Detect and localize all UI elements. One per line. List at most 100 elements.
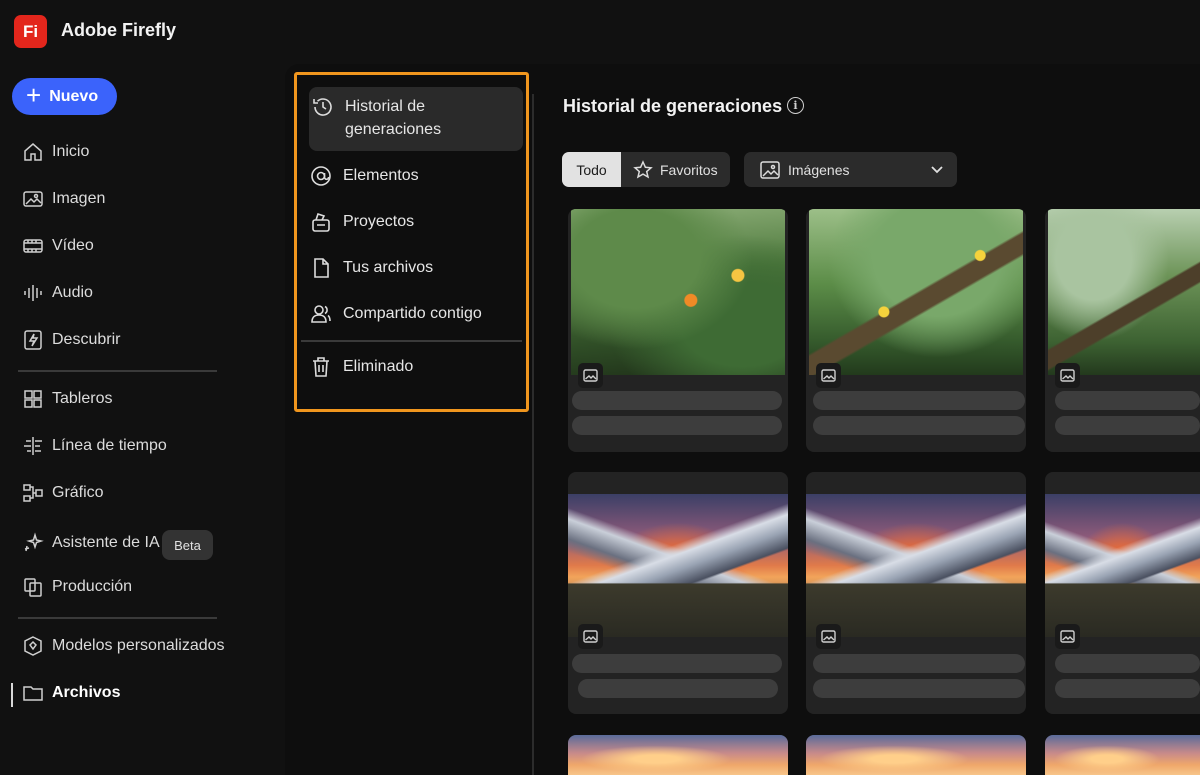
trash-icon: [309, 355, 333, 379]
sidebar-item-label: Asistente de IA: [52, 534, 160, 551]
files-subnav: Historial de generaciones Elementos Proy…: [294, 72, 529, 412]
card-placeholder-line: [1055, 391, 1200, 410]
sidebar-item-video[interactable]: Vídeo: [22, 231, 94, 261]
generation-card[interactable]: [1045, 209, 1200, 452]
card-thumbnail: [568, 735, 788, 775]
new-button[interactable]: + Nuevo: [12, 78, 117, 115]
subnav-item-elementos[interactable]: Elementos: [309, 164, 523, 188]
generation-card[interactable]: [806, 209, 1026, 452]
card-placeholder-line: [813, 416, 1025, 435]
subnav-item-compartido[interactable]: Compartido contigo: [309, 302, 523, 326]
card-thumbnail: [1045, 735, 1200, 775]
card-thumbnail: [571, 209, 785, 375]
sidebar-divider: [18, 370, 217, 372]
sidebar-item-label: Inicio: [52, 143, 90, 160]
sidebar-item-linea-de-tiempo[interactable]: Línea de tiempo: [22, 431, 167, 461]
sidebar-item-tableros[interactable]: Tableros: [22, 384, 112, 414]
info-icon[interactable]: i: [787, 97, 804, 114]
image-icon: [22, 188, 44, 210]
sidebar-item-grafico[interactable]: Gráfico: [22, 478, 104, 508]
logo-text: Fi: [22, 21, 39, 41]
filter-segmented-control: Todo Favoritos: [562, 152, 730, 187]
subnav-item-historial[interactable]: Historial de generaciones: [309, 87, 523, 151]
card-placeholder-line: [572, 654, 782, 673]
firefly-logo[interactable]: Fi: [14, 15, 47, 48]
card-thumbnail: [1048, 209, 1200, 375]
sidebar-item-audio[interactable]: Audio: [22, 278, 93, 308]
app-title[interactable]: Adobe Firefly: [61, 20, 176, 41]
card-thumbnail: [568, 494, 788, 637]
plus-icon: +: [26, 80, 42, 110]
sidebar-item-modelos[interactable]: Modelos personalizados: [22, 631, 225, 661]
sidebar-item-archivos[interactable]: Archivos: [22, 678, 120, 708]
sidebar-item-label: Descubrir: [52, 331, 121, 348]
subnav-item-tus-archivos[interactable]: Tus archivos: [309, 256, 523, 280]
image-type-icon: [816, 363, 841, 388]
card-placeholder-line: [813, 391, 1025, 410]
card-placeholder-line: [813, 679, 1025, 698]
sidebar-item-descubrir[interactable]: Descubrir: [22, 325, 120, 355]
sidebar-item-label: Vídeo: [52, 237, 94, 254]
generation-card[interactable]: [1045, 472, 1200, 714]
new-button-label: Nuevo: [49, 87, 99, 105]
subnav-item-label: Eliminado: [343, 358, 414, 375]
image-type-icon: [1055, 624, 1080, 649]
card-thumbnail: [806, 735, 1026, 775]
image-type-icon: [1055, 363, 1080, 388]
filter-favorites-button[interactable]: Favoritos: [621, 152, 730, 187]
generation-card[interactable]: [568, 472, 788, 714]
card-thumbnail: [806, 494, 1026, 637]
generation-card[interactable]: [806, 472, 1026, 714]
card-placeholder-line: [572, 416, 782, 435]
filter-favorites-label: Favoritos: [660, 161, 718, 178]
image-icon: [760, 160, 780, 179]
folder-icon: [22, 682, 44, 704]
image-type-icon: [816, 624, 841, 649]
subnav-separator: [532, 94, 534, 775]
sidebar-item-asistente-ia[interactable]: Asistente de IA: [22, 528, 160, 558]
sidebar-item-produccion[interactable]: Producción: [22, 572, 132, 602]
image-type-icon: [578, 624, 603, 649]
sidebar-item-label: Audio: [52, 284, 93, 301]
media-type-dropdown[interactable]: Imágenes: [744, 152, 957, 187]
card-placeholder-line: [1055, 416, 1200, 435]
sidebar-item-label: Tableros: [52, 390, 113, 407]
history-icon: [311, 95, 335, 119]
sidebar-item-label: Línea de tiempo: [52, 437, 167, 454]
boards-icon: [22, 388, 44, 410]
production-icon: [22, 576, 44, 598]
generation-card[interactable]: [806, 735, 1026, 775]
generation-card[interactable]: [568, 735, 788, 775]
generation-card[interactable]: [1045, 735, 1200, 775]
sidebar-item-label: Archivos: [52, 684, 121, 701]
at-icon: [309, 164, 333, 188]
active-indicator: [11, 683, 13, 707]
audio-icon: [22, 282, 44, 304]
card-thumbnail: [809, 209, 1023, 375]
filter-all-button[interactable]: Todo: [562, 152, 621, 187]
subnav-divider: [301, 340, 522, 342]
sidebar-item-label: Imagen: [52, 190, 106, 207]
sidebar-item-inicio[interactable]: Inicio: [22, 137, 89, 167]
page-title: Historial de generaciones: [563, 96, 783, 116]
generation-card[interactable]: [568, 209, 788, 452]
custom-models-icon: [22, 635, 44, 657]
card-placeholder-line: [1055, 679, 1200, 698]
home-icon: [22, 141, 44, 163]
subnav-item-label: Proyectos: [343, 213, 415, 230]
ai-assistant-icon: [22, 532, 44, 554]
subnav-item-proyectos[interactable]: Proyectos: [309, 210, 523, 234]
top-bar: Fi Adobe Firefly: [0, 0, 1200, 64]
sidebar-divider: [18, 617, 217, 619]
shared-icon: [309, 302, 333, 326]
subnav-item-label: Elementos: [343, 167, 419, 184]
card-placeholder-line: [813, 654, 1025, 673]
sidebar-item-imagen[interactable]: Imagen: [22, 184, 105, 214]
subnav-item-label: Compartido contigo: [343, 305, 482, 322]
discover-icon: [22, 329, 44, 351]
graph-icon: [22, 482, 44, 504]
video-icon: [22, 235, 44, 257]
card-placeholder-line: [578, 679, 778, 698]
subnav-item-eliminado[interactable]: Eliminado: [309, 355, 523, 379]
subnav-item-label: Historial de generaciones: [345, 98, 442, 138]
